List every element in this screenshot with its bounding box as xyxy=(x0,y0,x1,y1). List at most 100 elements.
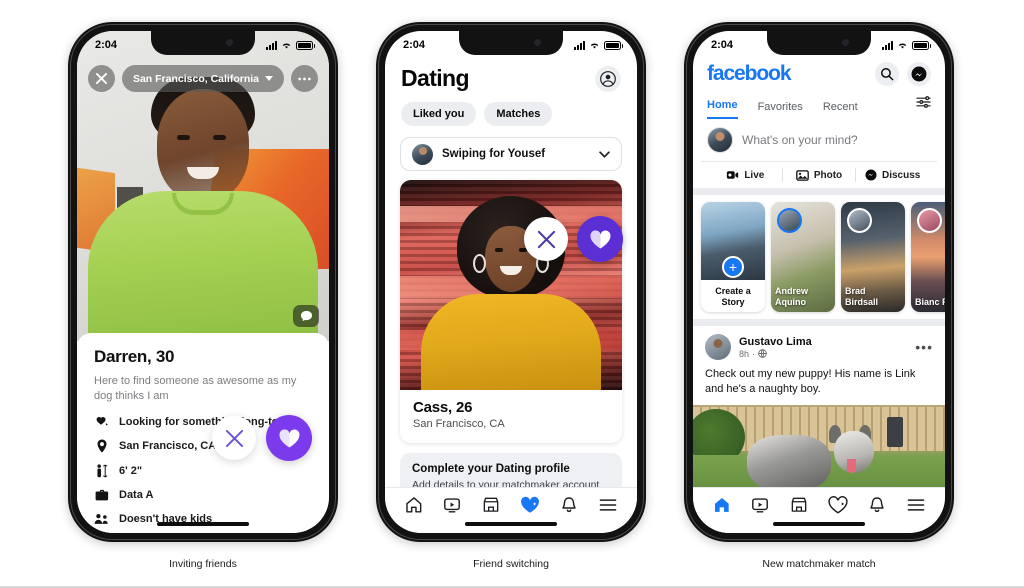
post-author-block: Gustavo Lima 8h · xyxy=(739,336,812,359)
tab-home[interactable]: Home xyxy=(707,99,738,119)
phone-mockup-2: 2:04 Dating Liked you Matches Swiping fo… xyxy=(376,22,646,542)
photo-icon xyxy=(796,169,809,181)
photo-subject-earring-left xyxy=(473,254,486,273)
tab-dating[interactable] xyxy=(828,495,848,514)
status-bar-time: 2:04 xyxy=(403,39,426,51)
page-title: Dating xyxy=(401,65,470,91)
tab-dating[interactable] xyxy=(520,496,540,514)
match-action-buttons xyxy=(524,216,623,262)
location-selector[interactable]: San Francisco, California xyxy=(122,65,284,92)
quick-action-label: Photo xyxy=(813,169,843,181)
swiping-for-selector[interactable]: Swiping for Yousef xyxy=(400,137,622,171)
story-label: Andrew Aquino xyxy=(775,286,809,307)
messenger-icon[interactable] xyxy=(907,62,931,86)
story-create[interactable]: + Create a Story xyxy=(701,202,765,312)
home-indicator xyxy=(773,522,865,526)
front-camera-icon xyxy=(226,39,233,46)
wifi-icon xyxy=(897,41,908,50)
tab-menu[interactable] xyxy=(599,498,617,512)
status-bar-time: 2:04 xyxy=(95,39,118,51)
profile-attribute-row: 6' 2" xyxy=(94,464,312,478)
home-indicator xyxy=(465,522,557,526)
profile-bio: Here to find someone as awesome as my do… xyxy=(94,375,297,402)
tab-menu[interactable] xyxy=(907,498,925,512)
photo-subject-eye-left xyxy=(177,135,190,140)
header-actions xyxy=(875,62,931,86)
chip-matches[interactable]: Matches xyxy=(484,102,553,126)
promo-title: Complete your Dating profile xyxy=(412,463,570,475)
pass-button[interactable] xyxy=(524,217,568,261)
bottom-tab-bar xyxy=(693,487,945,533)
story-item[interactable]: Andrew Aquino xyxy=(771,202,835,312)
chat-bubble-button[interactable] xyxy=(293,305,319,327)
story-author-avatar xyxy=(847,208,872,233)
story-label: Bianc Romu xyxy=(915,296,945,307)
height-icon xyxy=(94,464,109,478)
caption-phone-3: New matchmaker match xyxy=(762,558,876,570)
photo-subject-face xyxy=(157,89,249,201)
wifi-icon xyxy=(281,41,292,50)
photo-dog-body xyxy=(746,435,831,494)
bottom-tab-bar xyxy=(385,487,637,533)
tab-recent[interactable]: Recent xyxy=(823,101,858,119)
like-button[interactable] xyxy=(577,216,623,262)
close-button[interactable] xyxy=(88,65,115,92)
more-options-button[interactable] xyxy=(291,65,318,92)
sliders-icon[interactable] xyxy=(916,95,931,119)
screenshot-canvas: 2:04 San Francisco, California Darren, 3… xyxy=(0,0,1024,588)
search-icon[interactable] xyxy=(875,62,899,86)
profile-attribute-label: Data A xyxy=(119,489,154,502)
globe-icon xyxy=(758,349,767,358)
battery-icon xyxy=(296,40,315,50)
battery-icon xyxy=(912,40,931,50)
signal-bars-icon xyxy=(574,40,585,50)
chevron-down-icon xyxy=(265,76,274,81)
profile-attribute-label: 6' 2" xyxy=(119,464,143,477)
status-bar-time: 2:04 xyxy=(711,39,734,51)
photo-subject-eye-left xyxy=(495,248,503,252)
facebook-header: facebook xyxy=(693,57,945,86)
tab-home[interactable] xyxy=(405,496,423,514)
chip-liked-you[interactable]: Liked you xyxy=(401,102,477,126)
signal-bars-icon xyxy=(266,40,277,50)
swiping-for-label: Swiping for Yousef xyxy=(442,148,546,160)
status-bar-indicators xyxy=(882,40,931,50)
plus-icon: + xyxy=(722,256,744,278)
like-button[interactable] xyxy=(266,415,312,461)
match-photo xyxy=(400,180,622,390)
post-timestamp: 8h · xyxy=(739,349,812,359)
tab-notifications[interactable] xyxy=(868,496,886,514)
quick-action-label: Live xyxy=(744,169,765,181)
post-time-label: 8h xyxy=(739,348,750,359)
composer-placeholder: What's on your mind? xyxy=(742,133,858,147)
story-item[interactable]: Brad Birdsall xyxy=(841,202,905,312)
profile-name-age: Darren, 30 xyxy=(94,347,175,366)
quick-action-photo[interactable]: Photo xyxy=(783,170,856,181)
dot-separator: · xyxy=(752,348,756,359)
composer[interactable]: What's on your mind? xyxy=(693,119,945,161)
dating-header: Dating xyxy=(385,57,637,92)
briefcase-icon xyxy=(94,489,109,502)
wifi-icon xyxy=(589,41,600,50)
quick-action-live[interactable]: Live xyxy=(709,170,782,181)
pass-button[interactable] xyxy=(212,416,256,460)
story-label: Brad Birdsall xyxy=(845,286,879,307)
section-divider xyxy=(693,188,945,195)
photo-bin xyxy=(887,417,903,448)
more-horizontal-icon[interactable]: ••• xyxy=(915,340,933,354)
story-item[interactable]: Bianc Romu xyxy=(911,202,945,312)
front-camera-icon xyxy=(842,39,849,46)
tab-video[interactable] xyxy=(443,496,461,514)
tab-home[interactable] xyxy=(713,496,731,514)
tab-marketplace[interactable] xyxy=(790,496,808,514)
photo-subject-eye-right xyxy=(213,135,226,140)
account-circle-icon[interactable] xyxy=(595,65,621,92)
tab-video[interactable] xyxy=(751,496,769,514)
phone-3-screen: 2:04 facebook Home Favorites Recent What… xyxy=(693,31,945,533)
tab-favorites[interactable]: Favorites xyxy=(758,101,803,119)
family-icon xyxy=(94,513,109,525)
stories-tray[interactable]: + Create a Story Andrew Aquino Brad Bird… xyxy=(693,195,945,319)
tab-notifications[interactable] xyxy=(560,496,578,514)
tab-marketplace[interactable] xyxy=(482,496,500,514)
quick-action-discuss[interactable]: Discuss xyxy=(856,169,929,181)
